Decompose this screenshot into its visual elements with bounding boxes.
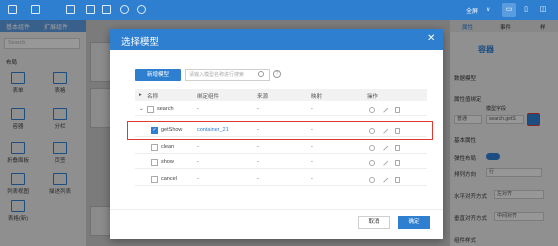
edit-icon[interactable] [381,176,389,183]
add-icon[interactable] [369,106,375,113]
col-name: 名称 [147,94,159,100]
row-bound: - [197,106,199,112]
chevron-down-icon[interactable]: ∨ [486,6,490,13]
fullscreen-label[interactable]: 全屏 [466,6,478,15]
delete-icon[interactable] [395,176,400,183]
help-icon[interactable]: ? [273,70,281,78]
new-model-button[interactable]: 新增模型 [135,69,181,81]
row-bound: - [197,159,199,165]
col-actions: 操作 [367,94,379,100]
add-icon[interactable] [369,176,375,183]
desktop-view-button[interactable]: ▭ [502,3,516,17]
undo-icon[interactable] [120,5,129,14]
row-mapping: - [311,176,313,182]
row-mapping: - [311,106,313,112]
layout-button[interactable]: ◫ [536,3,550,17]
row-source: - [257,176,259,182]
tablet-view-button[interactable]: ▯ [519,3,533,17]
row-name: cancel [161,176,177,182]
col-source: 来源 [257,94,269,100]
code-icon[interactable] [102,5,111,14]
add-icon[interactable] [369,159,375,166]
edit-icon[interactable] [381,144,389,151]
selection-highlight [127,121,433,140]
confirm-button[interactable]: 确定 [398,216,430,229]
row-bound: - [197,176,199,182]
dialog-title: 选择模型 [121,37,160,48]
cancel-button[interactable]: 取消 [358,216,390,229]
row-name: show [161,159,174,165]
table-row[interactable]: ⌄ search - - - [135,103,427,116]
col-bound-component: 绑定组件 [197,94,220,100]
table-row[interactable]: cancel - - - [135,173,427,186]
close-icon[interactable]: ✕ [427,33,435,45]
search-icon[interactable] [258,71,264,77]
row-mapping: - [311,159,313,165]
row-source: - [257,144,259,150]
delete-icon[interactable] [395,106,400,113]
delete-icon[interactable] [395,144,400,151]
row-bound: - [197,144,199,150]
row-checkbox[interactable] [151,159,158,166]
row-checkbox[interactable] [147,106,154,113]
row-source: - [257,106,259,112]
col-mapping: 映射 [311,94,323,100]
row-checkbox[interactable] [151,176,158,183]
row-mapping: - [311,144,313,150]
add-icon[interactable] [369,144,375,151]
dialog-header [110,29,443,50]
preview-icon[interactable] [86,5,95,14]
table-row[interactable]: show - - - [135,156,427,169]
expand-icon[interactable]: ⌄ [139,106,144,112]
row-name: clean [161,144,175,150]
top-toolbar: 全屏 ∨ ▭ ▯ ◫ [0,0,558,20]
select-model-dialog: 选择模型 ✕ 新增模型 请输入模型名称进行搜索 ? ▸ 名称 绑定组件 来源 映… [110,29,443,239]
table-row[interactable]: clean - - - [135,141,427,154]
sort-icon[interactable]: ▸ [139,92,142,98]
footer-divider [110,209,443,210]
delete-icon[interactable] [395,159,400,166]
edit-icon[interactable] [381,106,389,113]
redo-icon[interactable] [137,5,146,14]
save-icon[interactable] [66,5,75,14]
row-checkbox[interactable] [151,144,158,151]
row-source: - [257,159,259,165]
table-header: ▸ 名称 绑定组件 来源 映射 操作 [135,89,427,101]
edit-icon[interactable] [381,159,389,166]
lock-icon[interactable] [31,5,40,14]
home-icon[interactable] [8,5,17,14]
row-name: search [157,106,174,112]
